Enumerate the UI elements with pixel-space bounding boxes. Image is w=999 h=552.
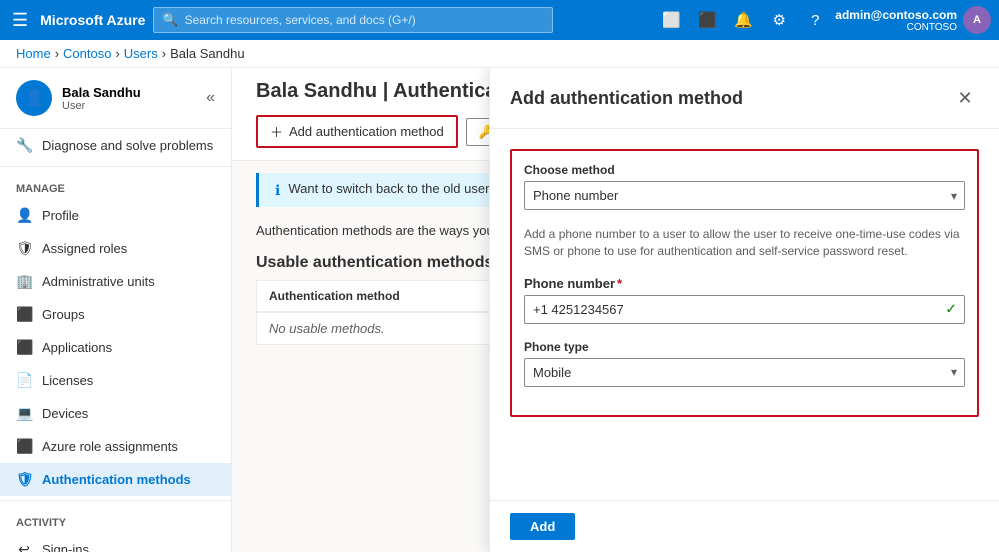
topnav: ☰ Microsoft Azure 🔍 ⬜ ⬛ 🔔 ⚙ ? admin@cont… (0, 0, 999, 40)
avatar: A (963, 6, 991, 34)
main-layout: 👤 Bala Sandhu User « 🔧 Diagnose and solv… (0, 68, 999, 552)
profile-icon: 👤 (16, 207, 32, 224)
panel-title: Add authentication method (510, 88, 743, 109)
add-auth-panel: Add authentication method ✕ Choose metho… (489, 68, 999, 552)
choose-method-group: Choose method Phone number Email Microso… (524, 163, 965, 210)
groups-icon: ⬛ (16, 306, 32, 323)
panel-footer: Add (490, 500, 999, 552)
phone-type-label: Phone type (524, 340, 965, 354)
method-description: Add a phone number to a user to allow th… (524, 226, 965, 260)
phone-type-select[interactable]: Mobile Alternate mobile Office (524, 358, 965, 387)
add-auth-method-button[interactable]: ＋ Add authentication method (256, 115, 458, 148)
sidebar-item-applications[interactable]: ⬛ Applications (0, 331, 231, 364)
search-input[interactable] (185, 13, 545, 27)
panel-body: Choose method Phone number Email Microso… (490, 129, 999, 500)
breadcrumb-home[interactable]: Home (16, 46, 51, 61)
required-star: * (617, 276, 622, 291)
breadcrumb: Home › Contoso › Users › Bala Sandhu (0, 40, 999, 68)
sidebar-item-diagnose[interactable]: 🔧 Diagnose and solve problems (0, 129, 231, 162)
sidebar-item-profile[interactable]: 👤 Profile (0, 199, 231, 232)
diagnose-icon: 🔧 (16, 137, 32, 154)
signins-icon: ↩ (16, 541, 32, 552)
sidebar-item-devices[interactable]: 💻 Devices (0, 397, 231, 430)
licenses-icon: 📄 (16, 372, 32, 389)
manage-section-label: Manage (0, 171, 231, 199)
user-info: admin@contoso.com CONTOSO (835, 8, 957, 33)
phone-number-input[interactable] (524, 295, 965, 324)
sidebar-admin-units-label: Administrative units (42, 274, 155, 289)
sidebar: 👤 Bala Sandhu User « 🔧 Diagnose and solv… (0, 68, 232, 552)
sidebar-item-licenses[interactable]: 📄 Licenses (0, 364, 231, 397)
sidebar-assigned-roles-label: Assigned roles (42, 241, 127, 256)
sidebar-azure-roles-label: Azure role assignments (42, 439, 178, 454)
sidebar-profile-label: Profile (42, 208, 79, 223)
choose-method-select[interactable]: Phone number Email Microsoft Authenticat… (524, 181, 965, 210)
sidebar-user-avatar: 👤 (16, 80, 52, 116)
auth-methods-icon: 🛡 (16, 471, 32, 488)
assigned-roles-icon: 🛡 (16, 240, 32, 257)
panel-header: Add authentication method ✕ (490, 68, 999, 129)
sidebar-collapse-btn[interactable]: « (206, 89, 215, 107)
add-auth-method-label: Add authentication method (289, 124, 444, 139)
breadcrumb-current: Bala Sandhu (170, 46, 244, 61)
breadcrumb-sep-2: › (115, 46, 119, 61)
choose-method-label: Choose method (524, 163, 965, 177)
admin-units-icon: 🏢 (16, 273, 32, 290)
sidebar-auth-methods-label: Authentication methods (42, 472, 191, 487)
sidebar-licenses-label: Licenses (42, 373, 93, 388)
breadcrumb-sep-3: › (162, 46, 166, 61)
help-icon[interactable]: ? (799, 4, 831, 36)
user-menu[interactable]: admin@contoso.com CONTOSO A (835, 6, 991, 34)
sidebar-diagnose-label: Diagnose and solve problems (42, 138, 213, 153)
nav-icons: ⬜ ⬛ 🔔 ⚙ ? admin@contoso.com CONTOSO A (655, 4, 991, 36)
sidebar-divider-2 (0, 500, 231, 501)
info-icon: ℹ (275, 182, 280, 199)
breadcrumb-sep-1: › (55, 46, 59, 61)
sidebar-divider-1 (0, 166, 231, 167)
user-email: admin@contoso.com (835, 8, 957, 22)
phone-number-label: Phone number* (524, 276, 965, 291)
sidebar-user-name: Bala Sandhu (62, 85, 141, 100)
user-tenant: CONTOSO (835, 22, 957, 33)
sidebar-groups-label: Groups (42, 307, 85, 322)
phone-number-group: Phone number* ✓ (524, 276, 965, 324)
phone-input-wrapper: ✓ (524, 295, 965, 324)
devices-icon: 💻 (16, 405, 32, 422)
hamburger-menu-icon[interactable]: ☰ (8, 6, 32, 35)
breadcrumb-contoso[interactable]: Contoso (63, 46, 111, 61)
choose-method-select-wrapper: Phone number Email Microsoft Authenticat… (524, 181, 965, 210)
sidebar-item-groups[interactable]: ⬛ Groups (0, 298, 231, 331)
highlighted-form-section: Choose method Phone number Email Microso… (510, 149, 979, 417)
search-icon: 🔍 (162, 12, 178, 28)
cloud-shell-icon[interactable]: ⬜ (655, 4, 687, 36)
panel-add-button[interactable]: Add (510, 513, 575, 540)
sidebar-item-admin-units[interactable]: 🏢 Administrative units (0, 265, 231, 298)
search-box[interactable]: 🔍 (153, 7, 553, 33)
sidebar-user-info: Bala Sandhu User (62, 85, 141, 112)
applications-icon: ⬛ (16, 339, 32, 356)
notifications-icon[interactable]: 🔔 (727, 4, 759, 36)
sidebar-header: 👤 Bala Sandhu User « (0, 68, 231, 129)
sidebar-item-assigned-roles[interactable]: 🛡 Assigned roles (0, 232, 231, 265)
sidebar-user-type: User (62, 100, 141, 112)
sidebar-item-signins[interactable]: ↩ Sign-ins (0, 533, 231, 552)
breadcrumb-users[interactable]: Users (124, 46, 158, 61)
activity-section-label: Activity (0, 505, 231, 533)
sidebar-signins-label: Sign-ins (42, 542, 89, 552)
sidebar-item-azure-roles[interactable]: ⬛ Azure role assignments (0, 430, 231, 463)
azure-roles-icon: ⬛ (16, 438, 32, 455)
sidebar-item-auth-methods[interactable]: 🛡 Authentication methods (0, 463, 231, 496)
phone-type-select-wrapper: Mobile Alternate mobile Office ▾ (524, 358, 965, 387)
sidebar-applications-label: Applications (42, 340, 112, 355)
sidebar-devices-label: Devices (42, 406, 88, 421)
azure-logo: Microsoft Azure (40, 12, 145, 28)
phone-valid-icon: ✓ (945, 301, 957, 318)
main-content: Bala Sandhu | Authentication methods ＋ A… (232, 68, 999, 552)
settings-icon[interactable]: ⚙ (763, 4, 795, 36)
phone-type-group: Phone type Mobile Alternate mobile Offic… (524, 340, 965, 387)
plus-icon: ＋ (270, 122, 283, 141)
feedback-icon[interactable]: ⬛ (691, 4, 723, 36)
panel-close-button[interactable]: ✕ (951, 84, 979, 112)
